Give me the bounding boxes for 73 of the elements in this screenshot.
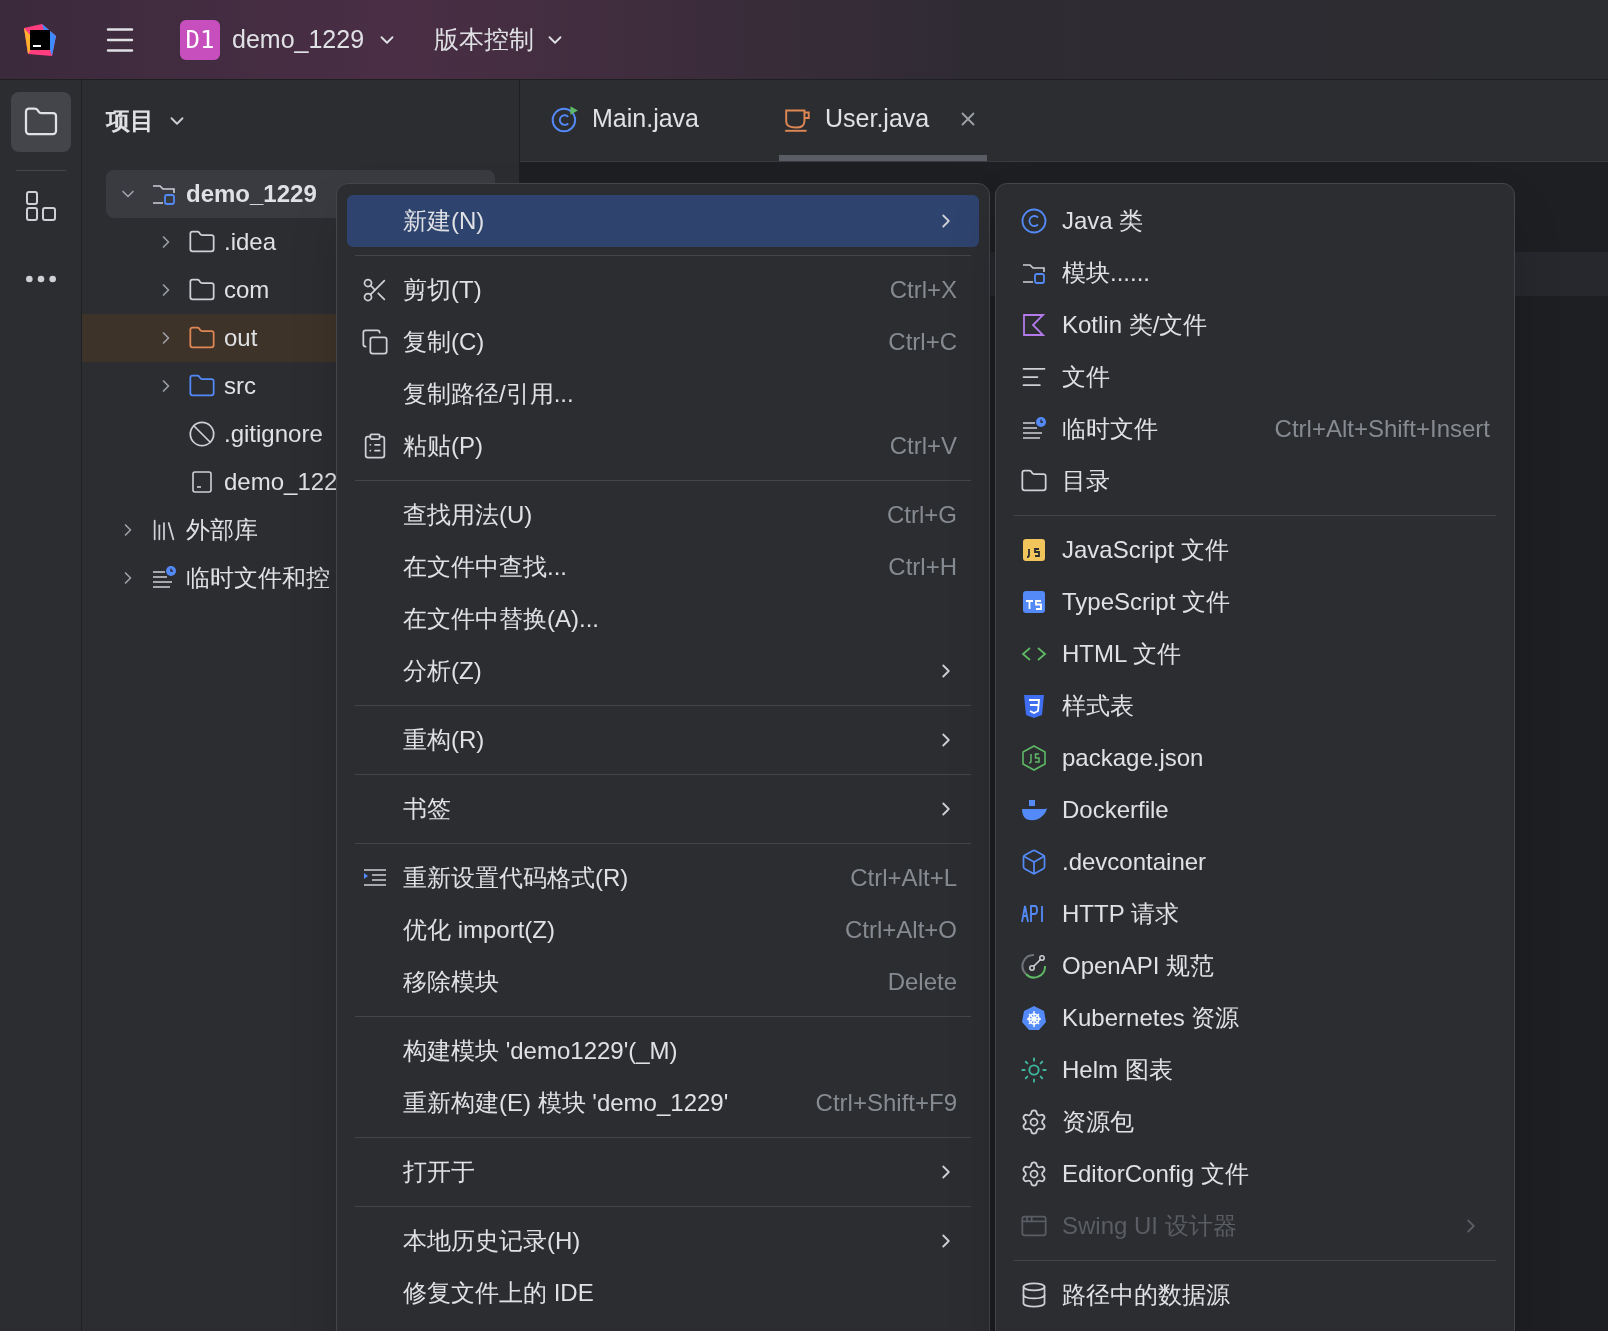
ts-file-icon: [1020, 588, 1048, 616]
shortcut-label: Ctrl+Alt+O: [844, 915, 958, 945]
gear-icon: [1020, 1108, 1048, 1136]
menu-item[interactable]: 在文件中查找... Ctrl+H: [347, 541, 979, 593]
menu-item[interactable]: 本地历史记录(H): [347, 1215, 979, 1267]
openapi-icon: [1020, 952, 1048, 980]
menu-item[interactable]: 样式表: [1006, 680, 1504, 732]
shortcut-label: Ctrl+V: [889, 431, 958, 461]
app-logo-icon: [22, 21, 58, 58]
project-tool-button[interactable]: [10, 92, 71, 152]
sun-icon: [1020, 1056, 1048, 1084]
js-file-icon: [1020, 536, 1048, 564]
shortcut-label: Ctrl+G: [887, 500, 958, 530]
project-badge: D1: [180, 19, 220, 60]
menu-item[interactable]: HTML 文件: [1006, 628, 1504, 680]
menu-item[interactable]: .devcontainer: [1006, 836, 1504, 888]
shortcut-label: Ctrl+Alt+L: [850, 863, 958, 893]
menu-item[interactable]: 临时文件 Ctrl+Alt+Shift+Insert: [1006, 403, 1504, 455]
menu-item[interactable]: 资源包: [1006, 1096, 1504, 1148]
copy-icon: [361, 328, 389, 356]
editor-tab[interactable]: Main.java: [546, 83, 769, 161]
menu-item[interactable]: OpenAPI 规范: [1006, 940, 1504, 992]
menu-item[interactable]: TypeScript 文件: [1006, 576, 1504, 628]
vcs-menu[interactable]: 版本控制: [434, 20, 567, 59]
project-name: demo_1229: [232, 23, 365, 55]
menu-item[interactable]: 文件: [1006, 351, 1504, 403]
menu-item[interactable]: Helm 图表: [1006, 1044, 1504, 1096]
menu-item[interactable]: Kubernetes 资源: [1006, 992, 1504, 1044]
menu-item[interactable]: 重新构建(E) 模块 'demo_1229' Ctrl+Shift+F9: [347, 1077, 979, 1129]
shortcut-label: Ctrl+H: [888, 552, 958, 582]
project-switcher[interactable]: D1 demo_1229: [180, 19, 399, 60]
shortcut-label: Delete: [887, 967, 958, 997]
menu-item[interactable]: 粘贴(P) Ctrl+V: [347, 420, 979, 472]
class-run-icon: [550, 104, 580, 134]
menu-item[interactable]: 分析(Z): [347, 645, 979, 697]
menu-item[interactable]: Kotlin 类/文件: [1006, 299, 1504, 351]
shortcut-label: Ctrl+Shift+F9: [815, 1088, 958, 1118]
menu-item[interactable]: 查找用法(U) Ctrl+G: [347, 489, 979, 541]
structure-icon[interactable]: [23, 189, 58, 223]
menu-item[interactable]: 复制路径/引用...: [347, 368, 979, 420]
menu-item[interactable]: 重构(R): [347, 714, 979, 766]
shortcut-label: Ctrl+Alt+Shift+Insert: [1274, 414, 1490, 444]
menu-item[interactable]: 书签: [347, 783, 979, 835]
menu-item[interactable]: 剪切(T) Ctrl+X: [347, 264, 979, 316]
helm-wheel-icon: [1020, 1004, 1048, 1032]
cube-icon: [1020, 848, 1048, 876]
menu-item[interactable]: HTTP 请求: [1006, 888, 1504, 940]
menu-item[interactable]: 模块......: [1006, 247, 1504, 299]
menu-item[interactable]: 打开于: [347, 1146, 979, 1198]
menu-item[interactable]: Java 类: [1006, 195, 1504, 247]
database-icon: [1020, 1281, 1048, 1309]
menu-item[interactable]: 目录: [1006, 455, 1504, 507]
panel-title: 项目: [106, 106, 154, 136]
shortcut-label: Ctrl+C: [888, 327, 958, 357]
menu-item[interactable]: Dockerfile: [1006, 784, 1504, 836]
menu-item[interactable]: EditorConfig 文件: [1006, 1148, 1504, 1200]
menu-item[interactable]: 新建(N): [347, 195, 979, 247]
menu-item[interactable]: 在文件中替换(A)...: [347, 593, 979, 645]
shortcut-label: Ctrl+X: [889, 275, 958, 305]
gear-icon: [1020, 1160, 1048, 1188]
menu-item[interactable]: 构建模块 'demo1229'(_M): [347, 1025, 979, 1077]
menu-item[interactable]: JavaScript 文件: [1006, 524, 1504, 576]
menu-item[interactable]: 优化 import(Z) Ctrl+Alt+O: [347, 904, 979, 956]
menu-item[interactable]: 重新设置代码格式(R) Ctrl+Alt+L: [347, 852, 979, 904]
slashed-circle-icon: [188, 420, 216, 448]
menu-item[interactable]: 移除模块 Delete: [347, 956, 979, 1008]
kotlin-k-icon: [1020, 311, 1048, 339]
hexagon-icon: [1020, 744, 1048, 772]
vcs-label: 版本控制: [434, 23, 535, 55]
menu-item[interactable]: package.json: [1006, 732, 1504, 784]
class-c-icon: [1020, 207, 1048, 235]
menu-item[interactable]: 路径中的数据源: [1006, 1269, 1504, 1321]
menu-item[interactable]: 修复文件上的 IDE: [347, 1267, 979, 1319]
